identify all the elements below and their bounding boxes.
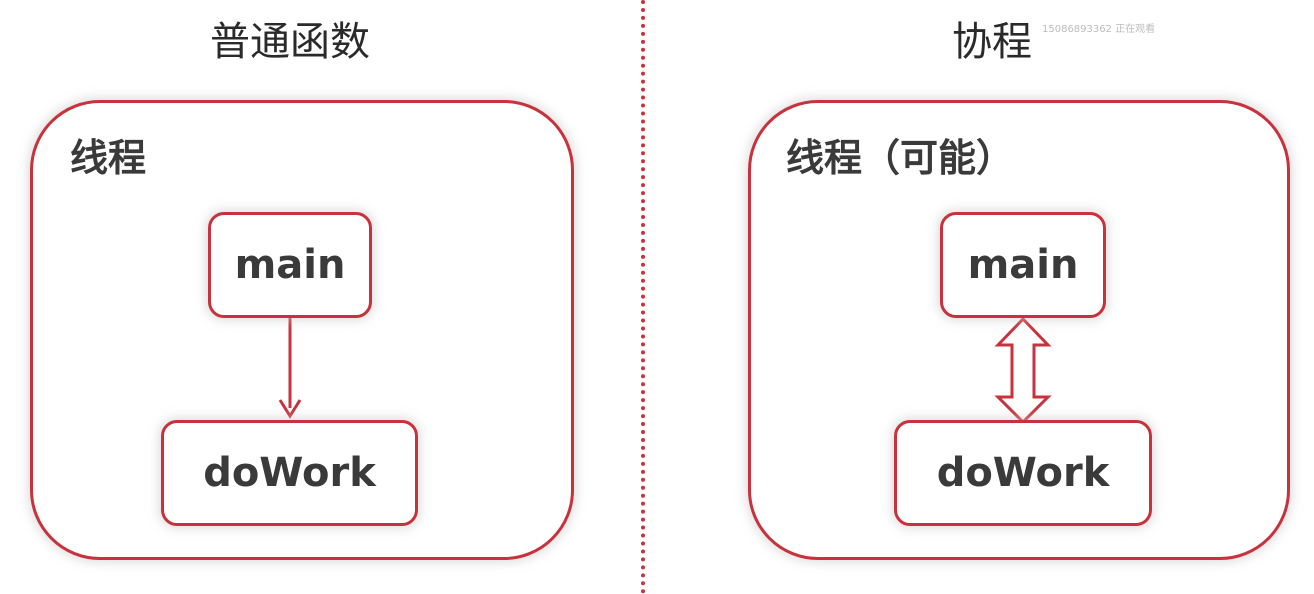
right-main-box: main bbox=[940, 212, 1106, 318]
function-name: main bbox=[967, 242, 1079, 288]
function-name: main bbox=[234, 242, 346, 288]
function-name: doWork bbox=[936, 450, 1110, 496]
left-main-box: main bbox=[208, 212, 372, 318]
function-name: doWork bbox=[203, 450, 376, 496]
left-dowork-box: doWork bbox=[161, 420, 418, 526]
left-thread-label: 线程 bbox=[70, 136, 147, 180]
right-dowork-box: doWork bbox=[894, 420, 1152, 526]
right-panel-title: 协程 bbox=[952, 19, 1032, 65]
right-thread-label: 线程（可能） bbox=[786, 136, 1015, 180]
panel-divider bbox=[641, 0, 645, 594]
left-panel-title: 普通函数 bbox=[210, 19, 370, 65]
